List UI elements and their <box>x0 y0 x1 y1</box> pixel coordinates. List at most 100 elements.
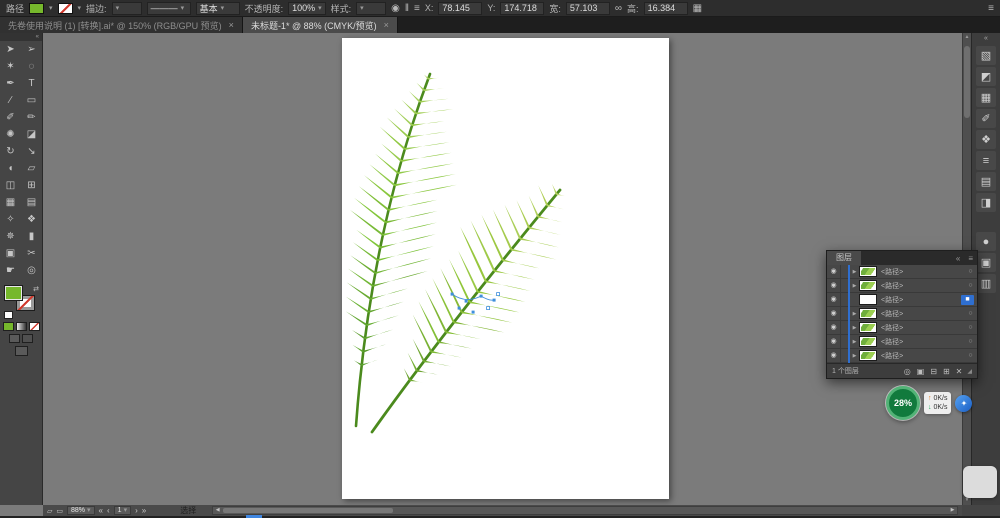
draw-normal-button[interactable] <box>9 334 20 343</box>
horizontal-scroll-thumb[interactable] <box>223 508 394 513</box>
layer-target-icon[interactable]: ○ <box>964 352 977 359</box>
expand-arrow-icon[interactable]: ▶ <box>850 325 859 331</box>
distribute-icons[interactable]: ≡ <box>414 3 420 14</box>
scroll-right-icon[interactable]: ▶ <box>948 507 957 514</box>
fill-proxy-swatch[interactable] <box>4 285 23 301</box>
layer-target-icon[interactable]: ○ <box>964 282 977 289</box>
hand-tool[interactable]: ☛ <box>0 262 21 279</box>
brush-definition-select[interactable]: 基本 ▾ <box>195 1 240 15</box>
expand-arrow-icon[interactable]: ▶ <box>850 269 859 275</box>
document-tab-inactive[interactable]: 先卷使用说明 (1) [转换].ai* @ 150% (RGB/GPU 预览) … <box>0 17 243 33</box>
graphic-styles-panel-icon[interactable]: ▣ <box>976 253 996 272</box>
rectangle-tool[interactable]: ▭ <box>21 92 42 109</box>
layer-row[interactable]: ◉ <路径> ■ <box>827 292 977 307</box>
blend-tool[interactable]: ❖ <box>21 211 42 228</box>
first-artboard-button[interactable]: « <box>99 506 103 515</box>
paintbrush-tool[interactable]: ✐ <box>0 109 21 126</box>
eraser-tool[interactable]: ◪ <box>21 126 42 143</box>
swap-fill-stroke-icon[interactable]: ⇄ <box>33 285 39 293</box>
progress-badge[interactable]: 28% <box>886 386 920 420</box>
last-artboard-button[interactable]: » <box>142 506 146 515</box>
layer-row[interactable]: ◉ ▶ <路径> ○ <box>827 348 977 363</box>
new-layer-icon[interactable]: ⊞ <box>943 367 950 376</box>
appearance-panel-icon[interactable]: ● <box>976 232 996 251</box>
locate-object-icon[interactable]: ◎ <box>904 367 911 376</box>
style-select[interactable]: ▾ <box>356 1 387 15</box>
eyedropper-tool[interactable]: ✧ <box>0 211 21 228</box>
type-tool[interactable]: T <box>21 75 42 92</box>
visibility-toggle-icon[interactable]: ◉ <box>827 348 841 363</box>
mesh-tool[interactable]: ▦ <box>0 194 21 211</box>
layers-panel-icon[interactable]: ▥ <box>976 274 996 293</box>
visibility-toggle-icon[interactable]: ◉ <box>827 292 841 307</box>
free-transform-tool[interactable]: ▱ <box>21 160 42 177</box>
rotate-tool[interactable]: ↻ <box>0 143 21 160</box>
layer-row[interactable]: ◉ ▶ <路径> ○ <box>827 320 977 335</box>
draw-behind-button[interactable] <box>22 334 33 343</box>
transparency-panel-icon[interactable]: ◨ <box>976 193 996 212</box>
expand-arrow-icon[interactable]: ▶ <box>850 283 859 289</box>
layer-target-icon[interactable]: ○ <box>964 338 977 345</box>
brushes-panel-icon[interactable]: ✐ <box>976 109 996 128</box>
blob-brush-tool[interactable]: ✺ <box>0 126 21 143</box>
swatches-panel-icon[interactable]: ▦ <box>976 88 996 107</box>
pen-tool[interactable]: ✒ <box>0 75 21 92</box>
fill-caret-icon[interactable]: ▾ <box>49 4 53 12</box>
previous-artboard-button[interactable]: ‹ <box>107 506 110 515</box>
pencil-tool[interactable]: ✏ <box>21 109 42 126</box>
expand-arrow-icon[interactable]: ▶ <box>850 311 859 317</box>
w-field[interactable]: 57.103 <box>565 1 610 15</box>
layer-row[interactable]: ◉ ▶ <路径> ○ <box>827 306 977 321</box>
visibility-toggle-icon[interactable]: ◉ <box>827 264 841 279</box>
zoom-tool[interactable]: ◎ <box>21 262 42 279</box>
layer-row[interactable]: ◉ ▶ <路径> ○ <box>827 278 977 293</box>
artboard-navigation-field[interactable]: 1 ▾ <box>113 506 132 515</box>
layer-target-icon[interactable]: ○ <box>964 310 977 317</box>
new-sublayer-icon[interactable]: ⊟ <box>930 367 937 376</box>
layer-target-icon[interactable]: ■ <box>961 294 974 305</box>
gradient-panel-icon[interactable]: ▤ <box>976 172 996 191</box>
scale-tool[interactable]: ↘ <box>21 143 42 160</box>
scroll-up-icon[interactable]: ▲ <box>963 33 971 42</box>
color-guide-panel-icon[interactable]: ◩ <box>976 67 996 86</box>
zoom-select[interactable]: 88% ▾ <box>67 506 95 515</box>
gradient-tool[interactable]: ▤ <box>21 194 42 211</box>
stroke-color-swatch[interactable] <box>57 2 73 14</box>
slice-tool[interactable]: ✂ <box>21 245 42 262</box>
none-mode-button[interactable] <box>28 322 40 331</box>
expand-arrow-icon[interactable]: ▶ <box>850 339 859 345</box>
tab-close-icon[interactable]: × <box>229 20 234 30</box>
canvas[interactable] <box>43 33 962 505</box>
symbols-panel-icon[interactable]: ❖ <box>976 130 996 149</box>
visibility-toggle-icon[interactable]: ◉ <box>827 278 841 293</box>
width-profile-select[interactable]: ——— ▾ <box>146 1 191 15</box>
visibility-toggle-icon[interactable]: ◉ <box>827 320 841 335</box>
vertical-scroll-thumb[interactable] <box>964 46 970 118</box>
dock-collapse-icon[interactable]: « <box>972 34 1000 44</box>
tab-close-icon[interactable]: × <box>384 20 389 30</box>
color-panel-icon[interactable]: ▧ <box>976 46 996 65</box>
fill-color-swatch[interactable] <box>29 2 45 14</box>
layer-target-icon[interactable]: ○ <box>964 324 977 331</box>
layers-collapse-icon[interactable]: « <box>952 254 964 263</box>
default-fill-stroke-icon[interactable] <box>4 311 13 319</box>
symbol-sprayer-tool[interactable]: ✵ <box>0 228 21 245</box>
make-clip-mask-icon[interactable]: ▣ <box>917 367 925 376</box>
direct-selection-tool[interactable]: ➢ <box>21 41 42 58</box>
x-field[interactable]: 78.145 <box>438 1 483 15</box>
document-tab-active[interactable]: 未标题-1* @ 88% (CMYK/预览) × <box>242 17 398 33</box>
layers-menu-icon[interactable]: ≡ <box>964 254 977 263</box>
toolbar-collapse-icon[interactable]: « <box>0 33 42 41</box>
layer-row[interactable]: ◉ ▶ <路径> ○ <box>827 264 977 279</box>
stroke-panel-icon[interactable]: ≡ <box>976 151 996 170</box>
control-panel-menu-icon[interactable]: ≡ <box>988 3 994 14</box>
perspective-grid-tool[interactable]: ⊞ <box>21 177 42 194</box>
status-icon-a[interactable]: ▱ <box>47 507 52 515</box>
expand-arrow-icon[interactable]: ▶ <box>850 353 859 359</box>
tab-layers[interactable]: 图层 <box>827 251 861 265</box>
gradient-mode-button[interactable] <box>15 322 27 331</box>
horizontal-scrollbar[interactable]: ◀ ▶ <box>212 506 958 515</box>
layer-target-icon[interactable]: ○ <box>964 268 977 275</box>
network-tool-icon[interactable]: ✦ <box>955 394 973 412</box>
align-icons[interactable]: ‖ <box>405 3 409 14</box>
